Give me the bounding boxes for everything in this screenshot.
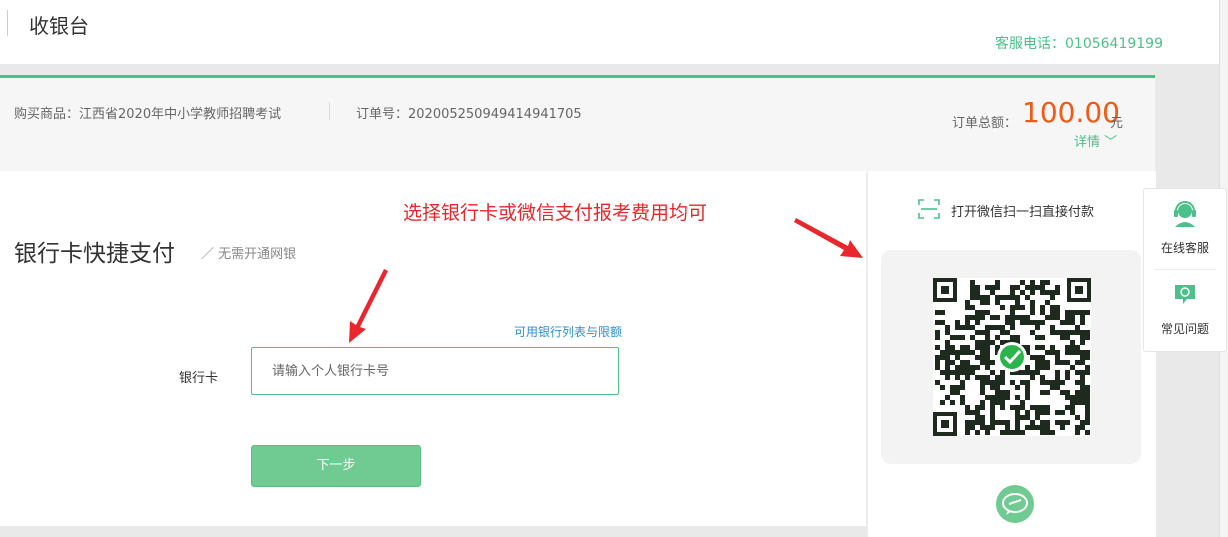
customer-hotline: 客服电话：01056419199 [995,36,1163,52]
scan-icon [918,199,940,219]
qr-card [881,250,1141,464]
bank-pay-subtitle: ／ 无需开通网银 [201,247,297,262]
order-info-divider [329,102,330,120]
annotation-text: 选择银行卡或微信支付报考费用均可 [403,202,708,224]
total-unit: 元 [1110,116,1124,131]
qr-code[interactable] [933,278,1091,436]
total-amount: 100.00 [1022,96,1120,129]
side-item-label: 常见问题 [1160,322,1209,336]
side-item-label: 在线客服 [1160,241,1209,255]
goods-info: 购买商品：江西省2020年中小学教师招聘考试 [14,107,282,122]
wechat-payment-panel: 打开微信扫一扫直接付款 [867,171,1156,537]
bank-pay-title: 银行卡快捷支付 [14,241,175,267]
total-label: 订单总额： [952,116,1018,131]
bank-list-link[interactable]: 可用银行列表与限额 [514,323,622,340]
card-number-input[interactable] [251,347,619,395]
online-service-button[interactable]: 在线客服 [1144,189,1226,269]
faq-icon [1175,285,1195,304]
order-number: 订单号：20200525094941494170​5 [356,107,582,122]
side-help-bar: 在线客服 常见问题 [1143,188,1227,352]
annotation-arrow-left [349,269,388,343]
header-divider [7,10,8,36]
annotation-arrow-right [794,218,863,258]
card-label: 银行卡 [179,371,219,386]
faq-button[interactable]: 常见问题 [1144,270,1226,350]
top-header: 收银台 客服电话：01056419199 [0,0,1228,64]
order-info-panel: 购买商品：江西省2020年中小学教师招聘考试 订单号：2020052509494… [0,75,1155,174]
page-title: 收银台 [29,14,89,38]
wechat-icon [996,485,1034,523]
customer-service-icon [1174,201,1196,227]
scan-hint: 打开微信扫一扫直接付款 [951,205,1095,220]
next-step-button[interactable]: 下一步 [251,445,421,487]
details-toggle[interactable]: 详情 ﹀ [1074,131,1117,150]
